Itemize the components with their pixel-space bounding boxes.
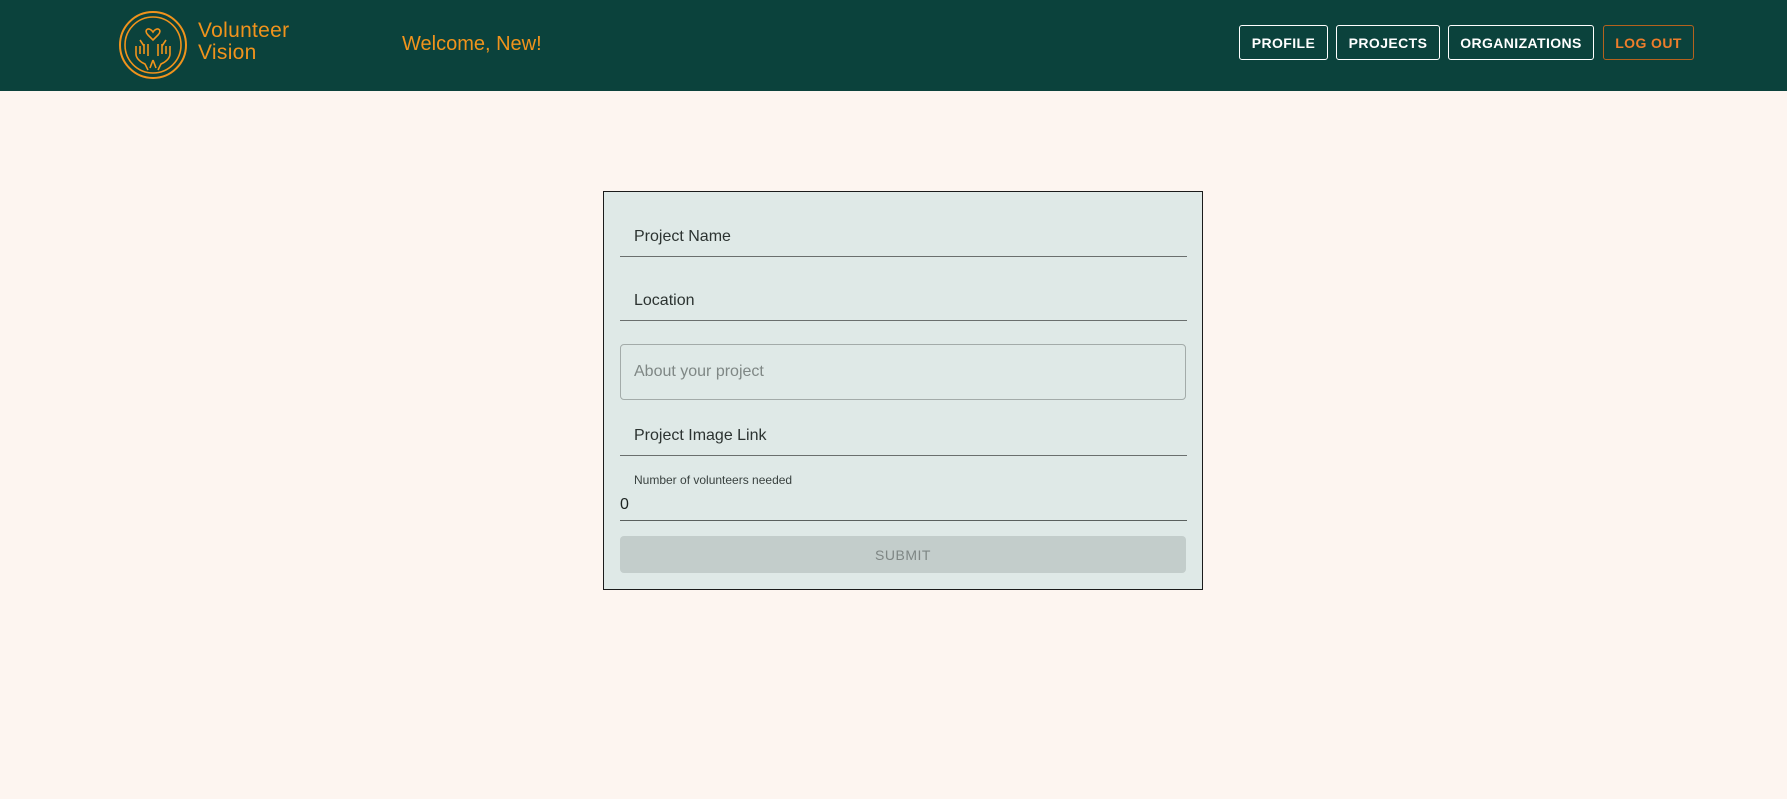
about-project-textarea[interactable]: About your project [620,344,1186,400]
location-field[interactable]: Location [620,278,1187,321]
volunteers-needed-label: Number of volunteers needed [634,473,793,487]
project-name-label: Project Name [634,228,731,245]
top-navbar: Volunteer Vision Welcome, New! PROFILE P… [0,0,1787,91]
hands-heart-logo-icon[interactable] [118,10,188,80]
organizations-button[interactable]: ORGANIZATIONS [1448,25,1594,60]
about-project-placeholder: About your project [634,363,764,380]
profile-button[interactable]: PROFILE [1239,25,1328,60]
volunteers-needed-input[interactable]: 0 [620,488,1187,521]
brand-name-line2: Vision [198,41,257,64]
project-image-link-field[interactable]: Project Image Link [620,413,1187,456]
projects-button[interactable]: PROJECTS [1336,25,1440,60]
welcome-message: Welcome, New! [402,33,542,55]
volunteers-needed-value: 0 [620,496,629,513]
submit-button[interactable]: SUBMIT [620,536,1186,573]
project-image-link-label: Project Image Link [634,427,767,444]
new-project-form: Project Name Location About your project… [603,191,1203,590]
project-name-field[interactable]: Project Name [620,214,1187,257]
logout-button[interactable]: LOG OUT [1603,25,1694,60]
location-label: Location [634,292,695,309]
brand-name-line1: Volunteer [198,19,290,42]
brand-name: Volunteer Vision [198,20,289,64]
